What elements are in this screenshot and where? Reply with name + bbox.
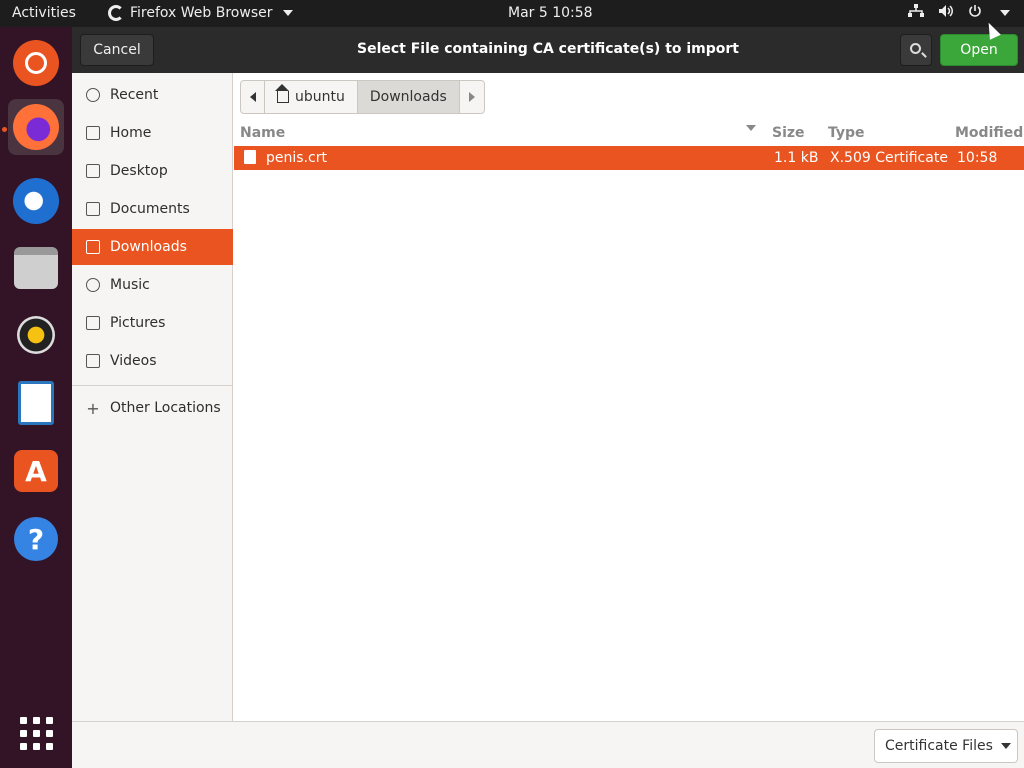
path-current-button[interactable]: Downloads [357, 81, 460, 113]
sidebar-item-recent[interactable]: Recent [72, 77, 233, 113]
top-bar: Activities Firefox Web Browser Mar 5 10:… [0, 0, 1024, 27]
dialog-header: Select File containing CA certificate(s)… [72, 27, 1024, 73]
column-header-type[interactable]: Type [828, 125, 865, 141]
sidebar-item-documents[interactable]: Documents [72, 191, 233, 227]
file-modified: 10:58 [957, 150, 998, 166]
path-back-button[interactable] [241, 81, 265, 113]
sidebar-item-label: Home [110, 125, 152, 141]
file-type-filter-select[interactable]: Certificate Files [874, 729, 1018, 763]
sidebar-item-label: Videos [110, 353, 157, 369]
document-icon [86, 202, 100, 216]
list-header: Name Size Type Modified [234, 119, 1024, 145]
search-icon [910, 43, 921, 54]
sidebar-item-videos[interactable]: Videos [72, 343, 233, 379]
sidebar-item-home[interactable]: Home [72, 115, 233, 151]
sidebar-item-music[interactable]: Music [72, 267, 233, 303]
network-icon[interactable] [908, 4, 924, 22]
file-list: Name Size Type Modified penis.crt 1.1 kB… [234, 119, 1024, 721]
file-size: 1.1 kB [774, 150, 819, 166]
help-icon[interactable]: ? [8, 511, 64, 567]
search-button[interactable] [900, 34, 932, 66]
music-icon [86, 278, 100, 292]
chevron-down-icon[interactable] [1000, 10, 1010, 16]
show-applications-icon[interactable] [20, 717, 53, 750]
firefox-dock-icon[interactable] [8, 99, 64, 155]
chevron-left-icon [249, 92, 256, 102]
sidebar-item-label: Music [110, 277, 150, 293]
picture-icon [86, 316, 100, 330]
sidebar-item-label: Desktop [110, 163, 168, 179]
software-store-icon[interactable]: A [8, 443, 64, 499]
dialog-title: Select File containing CA certificate(s)… [356, 41, 739, 57]
system-tray[interactable] [908, 4, 1010, 22]
sidebar-item-label: Documents [110, 201, 190, 217]
clock-icon [86, 88, 100, 102]
sidebar-item-label: Recent [110, 87, 159, 103]
column-header-name[interactable]: Name [240, 125, 285, 141]
plus-icon: + [86, 398, 100, 418]
sort-descending-icon [746, 125, 756, 131]
table-row[interactable]: penis.crt 1.1 kB X.509 Certificate 10:58 [234, 146, 1024, 170]
running-indicator [2, 127, 7, 132]
path-forward-button[interactable] [460, 81, 484, 113]
chevron-down-icon [1000, 743, 1011, 749]
sidebar-item-label: Other Locations [110, 400, 221, 416]
files-icon[interactable] [8, 240, 64, 296]
home-icon [275, 84, 289, 103]
file-icon [244, 150, 256, 164]
video-icon [86, 354, 100, 368]
ubuntu-icon[interactable] [8, 35, 64, 91]
clock[interactable]: Mar 5 10:58 [508, 5, 593, 21]
file-chooser-dialog: Select File containing CA certificate(s)… [72, 27, 1024, 768]
path-bar: ubuntu Downloads [240, 80, 485, 114]
file-name: penis.crt [266, 150, 327, 166]
sidebar-item-label: Downloads [110, 239, 187, 255]
sidebar-item-pictures[interactable]: Pictures [72, 305, 233, 341]
chevron-down-icon [282, 10, 293, 16]
app-menu-label: Firefox Web Browser [130, 5, 273, 21]
power-icon[interactable] [968, 4, 982, 22]
dock: A ? [0, 27, 72, 768]
home-icon [86, 126, 100, 140]
rhythmbox-icon[interactable] [8, 307, 64, 363]
column-header-size[interactable]: Size [772, 125, 805, 141]
path-home-button[interactable]: ubuntu [265, 81, 358, 113]
cancel-button[interactable]: Cancel [80, 34, 154, 66]
column-header-modified[interactable]: Modified [955, 125, 1023, 141]
sidebar-item-label: Pictures [110, 315, 166, 331]
filter-label: Certificate Files [885, 738, 993, 754]
path-current-label: Downloads [369, 89, 447, 105]
path-home-label: ubuntu [295, 89, 345, 105]
sidebar-divider [72, 385, 233, 386]
dialog-footer: Certificate Files [72, 721, 1024, 768]
file-type: X.509 Certificate [830, 150, 948, 166]
places-sidebar: Recent Home Desktop Documents Downloads … [72, 73, 233, 721]
sidebar-item-desktop[interactable]: Desktop [72, 153, 233, 189]
activities-button[interactable]: Activities [12, 5, 76, 21]
firefox-icon [108, 5, 124, 21]
open-button[interactable]: Open [940, 34, 1018, 66]
download-icon [86, 240, 100, 254]
libreoffice-writer-icon[interactable] [8, 375, 64, 431]
sidebar-item-other-locations[interactable]: + Other Locations [72, 390, 233, 426]
app-menu[interactable]: Firefox Web Browser [108, 5, 293, 21]
sidebar-item-downloads[interactable]: Downloads [72, 229, 233, 265]
thunderbird-icon[interactable] [8, 173, 64, 229]
desktop-icon [86, 164, 100, 178]
chevron-right-icon [468, 92, 475, 102]
volume-icon[interactable] [938, 4, 954, 22]
